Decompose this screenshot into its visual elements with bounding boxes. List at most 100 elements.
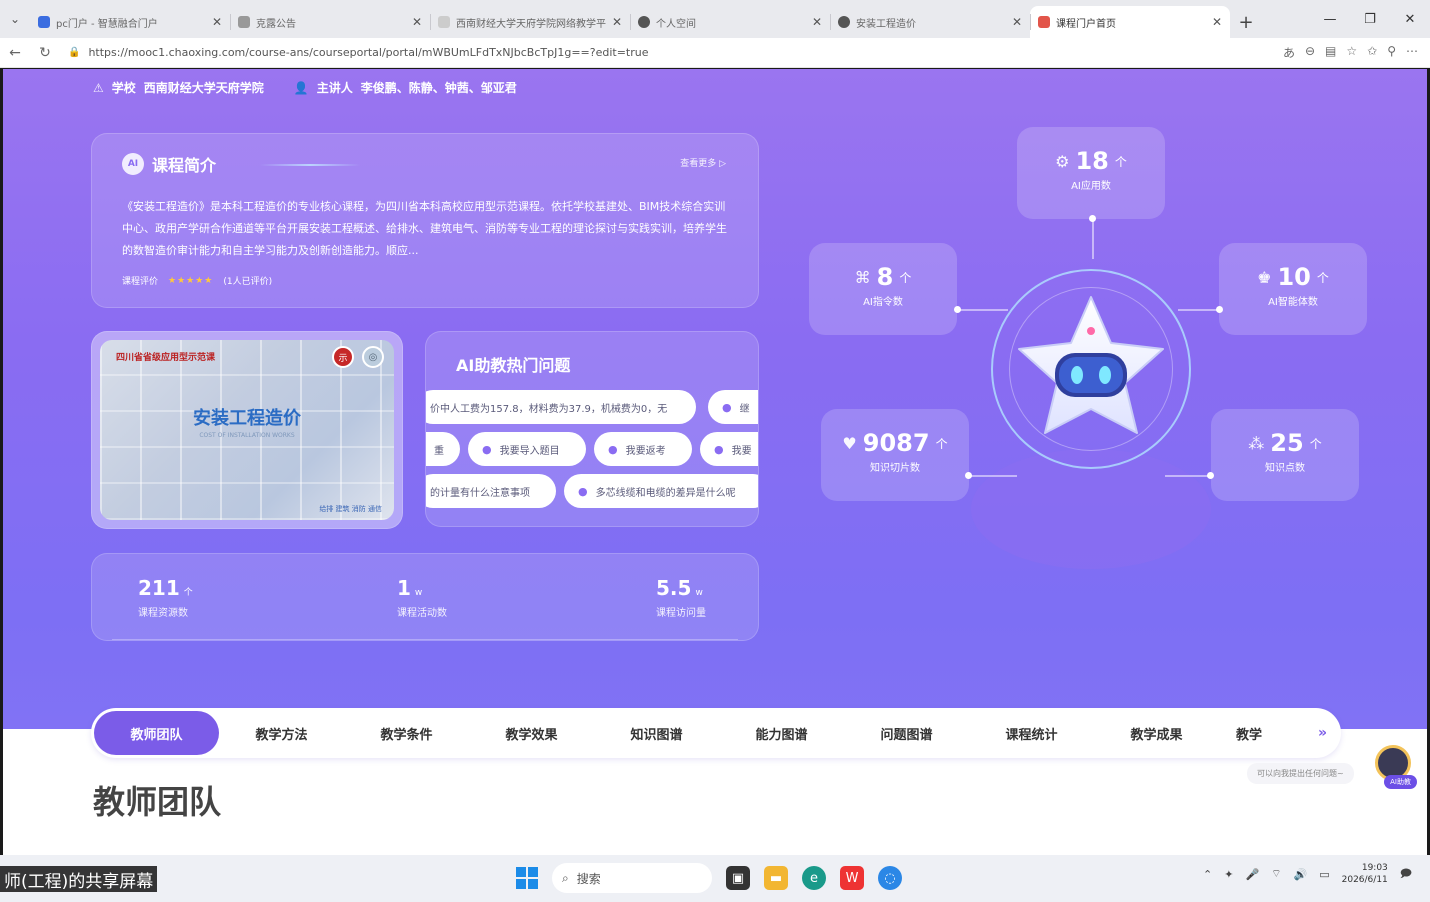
agent-icon: ♚: [1257, 267, 1272, 287]
browser-tab-active[interactable]: 课程门户首页 ✕: [1030, 6, 1230, 38]
system-clock[interactable]: 19:03 2026/6/11: [1342, 862, 1388, 886]
battery-icon[interactable]: ▭: [1319, 868, 1329, 881]
see-more-link[interactable]: 查看更多 ▷: [680, 156, 726, 169]
robot-star-mascot-icon: [1018, 296, 1164, 434]
close-tab-icon[interactable]: ✕: [1212, 15, 1222, 29]
chat-bubble-icon: ●: [714, 442, 724, 456]
refresh-icon[interactable]: ↻: [30, 45, 60, 61]
address-bar: ← ↻ 🔒 https://mooc1.chaoxing.com/course-…: [0, 38, 1430, 68]
tab-teaching-effects[interactable]: 教学效果: [469, 711, 594, 755]
question-chip[interactable]: ● 我要返考: [594, 432, 692, 466]
stat-activities: 1w 课程活动数: [397, 576, 447, 619]
file-explorer-icon[interactable]: ▬: [764, 866, 788, 890]
tab-favicon-icon: [438, 16, 450, 28]
search-icon: ⌕: [562, 870, 569, 885]
taskbar-apps: ⌕ 搜索 ▣ ▬ e W ◌: [516, 861, 902, 895]
tabs-scroll-right-icon[interactable]: »: [1318, 725, 1327, 741]
reader-icon[interactable]: ▤: [1325, 44, 1336, 61]
tab-favicon-icon: [1038, 16, 1050, 28]
close-tab-icon[interactable]: ✕: [812, 15, 822, 29]
tab-teaching-methods[interactable]: 教学方法: [219, 711, 344, 755]
question-chip[interactable]: ● 我要: [700, 432, 758, 466]
translate-icon[interactable]: あ: [1283, 44, 1295, 61]
notification-icon[interactable]: 🗩: [1400, 865, 1412, 884]
screen-share-banner: 师(工程)的共享屏幕: [0, 866, 158, 892]
tray-chevron-icon[interactable]: ⌃: [1203, 868, 1212, 881]
stat-visits: 5.5 w 课程访问量: [656, 576, 706, 619]
browser-tab[interactable]: 克露公告 ✕: [230, 6, 430, 38]
question-chip[interactable]: ● 继: [708, 390, 758, 424]
tab-teaching-conditions[interactable]: 教学条件: [344, 711, 469, 755]
tab-question-graph[interactable]: 问题图谱: [844, 711, 969, 755]
ai-assistant-tip: 可以向我提出任何问题~: [1247, 763, 1354, 784]
question-chip[interactable]: ● 多芯线缆和电缆的差异是什么呢: [564, 474, 758, 508]
chat-bubble-icon: ●: [722, 400, 732, 414]
lock-icon: 🔒: [68, 47, 81, 58]
mic-icon[interactable]: 🎤: [1245, 868, 1259, 881]
url-input[interactable]: 🔒 https://mooc1.chaoxing.com/course-ans/…: [60, 46, 1283, 59]
course-meta: ⚠ 学校 西南财经大学天府学院 👤 主讲人 李俊鹏、陈静、钟茜、邹亚君: [93, 80, 517, 96]
intro-text: 《安装工程造价》是本科工程造价的专业核心课程，为四川省本科高校应用型示范课程。依…: [122, 200, 727, 257]
browser-tab[interactable]: 安装工程造价 ✕: [830, 6, 1030, 38]
course-stats-card: 211 个 课程资源数 1w 课程活动数 5.5 w 课程访问量: [91, 553, 759, 641]
close-window-button[interactable]: ✕: [1390, 0, 1430, 38]
tab-teacher-team[interactable]: 教师团队: [94, 711, 219, 755]
question-chip[interactable]: 重: [426, 432, 460, 466]
course-cover-image: 四川省省级应用型示范课 示 ◎ 安装工程造价 COST OF INSTALLAT…: [100, 340, 394, 520]
wps-icon[interactable]: W: [840, 866, 864, 890]
close-tab-icon[interactable]: ✕: [612, 15, 622, 29]
minimize-button[interactable]: —: [1310, 0, 1350, 38]
browser-tab-bar: ⌄ pc门户 - 智慧融合门户 ✕ 克露公告 ✕ 西南财经大学天府学院网络教学平…: [0, 0, 1430, 38]
tab-actions-icon[interactable]: ⌄: [0, 0, 30, 38]
question-chip[interactable]: ● 我要导入题目: [468, 432, 586, 466]
browser-tab[interactable]: 个人空间 ✕: [630, 6, 830, 38]
new-tab-button[interactable]: +: [1230, 6, 1262, 38]
tab-course-statistics[interactable]: 课程统计: [969, 711, 1094, 755]
demo-course-badge-icon: 示: [332, 346, 354, 368]
school-icon: ⚠: [93, 80, 104, 95]
network-icon[interactable]: ⌔: [1271, 867, 1281, 881]
back-icon[interactable]: ←: [0, 45, 30, 61]
section-tabs: 教师团队 教学方法 教学条件 教学效果 知识图谱 能力图谱 问题图谱 课程统计 …: [91, 708, 1341, 758]
tab-ability-graph[interactable]: 能力图谱: [719, 711, 844, 755]
windows-start-icon[interactable]: [516, 867, 538, 889]
more-menu-icon[interactable]: ⋯: [1406, 44, 1418, 61]
tab-teaching-achievements[interactable]: 教学成果: [1094, 711, 1219, 755]
chat-app-icon[interactable]: ◌: [878, 866, 902, 890]
stat-resources: 211 个 课程资源数: [138, 576, 193, 619]
close-tab-icon[interactable]: ✕: [1012, 15, 1022, 29]
close-tab-icon[interactable]: ✕: [212, 15, 222, 29]
ai-assistant-widget[interactable]: 可以向我提出任何问题~ AI助教: [1247, 745, 1417, 795]
chat-bubble-icon: ●: [578, 484, 588, 498]
browser-tab[interactable]: pc门户 - 智慧融合门户 ✕: [30, 6, 230, 38]
course-cover-card[interactable]: 四川省省级应用型示范课 示 ◎ 安装工程造价 COST OF INSTALLAT…: [91, 331, 403, 529]
knowledge-points-stat: ⁂ 25 个 知识点数: [1211, 409, 1359, 501]
question-chip[interactable]: 的计量有什么注意事项: [426, 474, 556, 508]
volume-icon[interactable]: 🔊: [1294, 868, 1308, 881]
taskbar-search-input[interactable]: ⌕ 搜索: [552, 863, 712, 893]
tab-favicon-icon: [38, 16, 50, 28]
favorite-star-icon[interactable]: ☆: [1346, 44, 1357, 61]
question-chip[interactable]: 价中人工费为157.8，材料费为37.9，机械费为0，无: [426, 390, 696, 424]
tab-knowledge-graph[interactable]: 知识图谱: [594, 711, 719, 755]
zoom-icon[interactable]: ⊖: [1305, 44, 1315, 61]
window-controls: — ❐ ✕: [1310, 0, 1430, 38]
school-name: 西南财经大学天府学院: [143, 81, 264, 95]
chat-bubble-icon: ●: [608, 442, 618, 456]
task-view-icon[interactable]: ▣: [726, 866, 750, 890]
edge-browser-icon[interactable]: e: [802, 866, 826, 890]
ai-stats-hub: ⚙ 18 个 AI应用数 ⌘ 8 个 AI指令数 ♚ 10 个 AI智能体数 ♥ 9087 个 …: [803, 119, 1383, 579]
ai-commands-stat: ⌘ 8 个 AI指令数: [809, 243, 957, 335]
ai-agents-stat: ♚ 10 个 AI智能体数: [1219, 243, 1367, 335]
extensions-icon[interactable]: ⚲: [1387, 44, 1396, 61]
seal-icon: ◎: [362, 346, 384, 368]
intro-title: 课程简介: [152, 156, 217, 175]
browser-tab[interactable]: 西南财经大学天府学院网络教学平 ✕: [430, 6, 630, 38]
tray-app-icon[interactable]: ✦: [1224, 868, 1233, 881]
favorites-icon[interactable]: ✩: [1367, 44, 1377, 61]
rating-stars-icon: ★★★★★: [168, 275, 214, 286]
lecturer-names: 李俊鹏、陈静、钟茜、邹亚君: [360, 81, 517, 95]
maximize-button[interactable]: ❐: [1350, 0, 1390, 38]
close-tab-icon[interactable]: ✕: [412, 15, 422, 29]
command-icon: ⌘: [854, 267, 871, 287]
